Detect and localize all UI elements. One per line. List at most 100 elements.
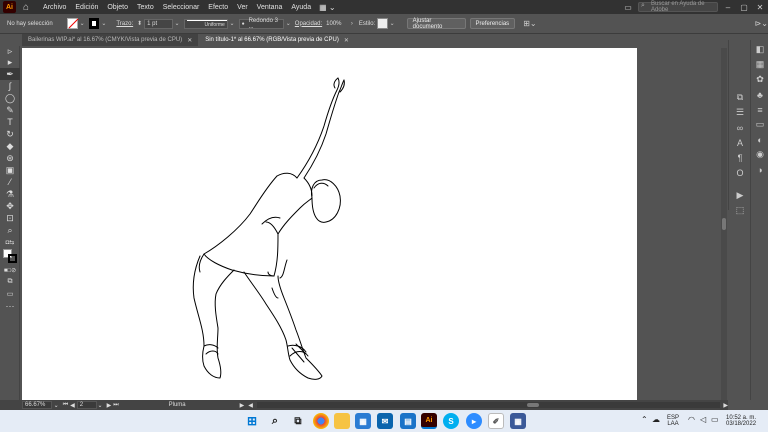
direct-selection-tool-icon[interactable]: ▸ <box>0 56 20 68</box>
close-icon[interactable]: ✕ <box>752 0 768 14</box>
language-indicator[interactable]: ESP LAA <box>667 410 679 432</box>
paintbrush-tool-icon[interactable]: ✎ <box>0 104 20 116</box>
artboard-field[interactable]: 2 <box>76 401 97 409</box>
selection-tool-icon[interactable]: ▹ <box>0 46 20 56</box>
fill-stroke-icon[interactable] <box>0 248 20 264</box>
layers-icon[interactable]: ☰ <box>729 105 751 120</box>
mail-icon[interactable]: ✉ <box>377 413 393 429</box>
prev-artboard-icon[interactable]: ◀ <box>70 402 75 409</box>
clock[interactable]: 10:52 a. m. 03/18/2022 <box>726 410 756 432</box>
fill-swatch[interactable] <box>67 18 78 29</box>
opacity-field[interactable]: 100% <box>324 19 345 29</box>
symbol-sprayer-tool-icon[interactable]: ✥ <box>0 200 20 212</box>
close-tab-icon[interactable]: ✕ <box>187 37 192 44</box>
graphic-styles-icon[interactable]: ◑ <box>751 162 768 177</box>
taskview-icon[interactable]: ⧉ <box>290 413 306 429</box>
properties-icon[interactable]: ⧉ <box>729 90 751 105</box>
menu-objeto[interactable]: Objeto <box>107 4 128 11</box>
default-colors-icon[interactable]: ◘⇆ <box>0 236 20 248</box>
transparency-icon[interactable]: ◐ <box>751 132 768 147</box>
tab-sin-titulo[interactable]: Sin título-1* al 66.67% (RGB/Vista previ… <box>199 34 355 46</box>
minimize-icon[interactable]: – <box>720 0 736 14</box>
first-artboard-icon[interactable]: ⏮ <box>63 402 68 409</box>
brush-definition[interactable]: ● Redondo 3 ... <box>238 18 284 30</box>
menu-texto[interactable]: Texto <box>137 4 154 11</box>
artboard-dropdown-icon[interactable]: ⌄ <box>98 402 103 409</box>
menu-ventana[interactable]: Ventana <box>257 4 283 11</box>
curvature-tool-icon[interactable]: ∫ <box>0 80 20 92</box>
workspace-switcher-icon[interactable]: ▦ ⌄ <box>319 3 335 12</box>
symbols-icon[interactable]: ♣ <box>751 87 768 102</box>
gradient-panel-icon[interactable]: ▭ <box>751 117 768 132</box>
document-setup-button[interactable]: Ajustar documento <box>406 18 466 30</box>
battery-icon[interactable]: ▭ <box>711 415 719 424</box>
variable-width-profile[interactable]: Uniforme <box>183 18 228 29</box>
calculator-icon[interactable]: ▦ <box>510 413 526 429</box>
onedrive-icon[interactable]: ☁ <box>652 415 660 424</box>
opacity-label[interactable]: Opacidad: <box>295 21 322 27</box>
help-search-input[interactable]: Buscar en Ayuda de Adobe <box>638 1 718 13</box>
type-tool-icon[interactable]: T <box>0 116 20 128</box>
stroke-swatch[interactable] <box>88 18 100 29</box>
style-dropdown-icon[interactable]: ⌄ <box>390 20 395 27</box>
vertical-scrollbar[interactable] <box>721 48 727 400</box>
eraser-tool-icon[interactable]: ◆ <box>0 140 20 152</box>
artboards-icon[interactable]: ⬚ <box>729 203 751 218</box>
align-icon[interactable]: ⊞⌄ <box>523 19 536 28</box>
file-explorer-icon[interactable] <box>334 413 350 429</box>
blend-tool-icon[interactable]: ⚗ <box>0 188 20 200</box>
wifi-icon[interactable]: ◠ <box>688 415 695 424</box>
search-icon[interactable]: ⌕ <box>267 413 283 429</box>
pen-tool-icon[interactable]: ✒ <box>0 68 20 80</box>
hscroll-right-icon[interactable]: ▶ <box>723 402 728 409</box>
color-mode-icon[interactable]: ■□⊘ <box>0 264 20 276</box>
menu-seleccionar[interactable]: Seleccionar <box>163 4 200 11</box>
appearance-icon[interactable]: ◉ <box>751 147 768 162</box>
status-arrow-icon[interactable]: ▶ <box>240 402 245 409</box>
links-icon[interactable]: ∞ <box>729 120 751 135</box>
zoom-field[interactable]: 66.67% <box>22 401 52 409</box>
arrange-documents-icon[interactable]: ▭ <box>620 0 636 14</box>
panel-menu-icon[interactable]: ⊳⌄ <box>755 19 768 28</box>
chrome-icon[interactable] <box>313 413 329 429</box>
rotate-tool-icon[interactable]: ↻ <box>0 128 20 140</box>
start-icon[interactable]: ⊞ <box>244 413 260 429</box>
close-tab-icon[interactable]: ✕ <box>344 37 349 44</box>
more-tools-icon[interactable]: ··· <box>0 300 20 312</box>
opacity-arrow-icon[interactable]: › <box>351 21 353 27</box>
maximize-icon[interactable]: ▢ <box>736 0 752 14</box>
scroll-thumb[interactable] <box>722 218 726 230</box>
fill-dropdown-icon[interactable]: ⌄ <box>80 20 85 27</box>
wacom-icon[interactable]: ✐ <box>488 413 504 429</box>
skype-icon[interactable]: S <box>443 413 459 429</box>
calendar-icon[interactable]: ▤ <box>400 413 416 429</box>
menu-efecto[interactable]: Efecto <box>208 4 228 11</box>
drawing-mode-icon[interactable]: ⧉ <box>0 276 20 288</box>
hscroll-left-icon[interactable]: ◀ <box>248 402 253 409</box>
menu-archivo[interactable]: Archivo <box>43 4 66 11</box>
graphic-style-swatch[interactable] <box>377 18 388 29</box>
profile-dropdown-icon[interactable]: ⌄ <box>230 20 235 27</box>
paragraph-icon[interactable]: ¶ <box>729 150 751 165</box>
stroke-dropdown-icon[interactable]: ⌄ <box>101 20 106 27</box>
zoom-app-icon[interactable]: ▸ <box>466 413 482 429</box>
volume-icon[interactable]: ◁ <box>700 415 706 424</box>
color-panel-icon[interactable]: ◧ <box>751 42 768 57</box>
shape-builder-tool-icon[interactable]: ⊛ <box>0 152 20 164</box>
menu-ver[interactable]: Ver <box>237 4 248 11</box>
stroke-weight-stepper-icon[interactable]: ⬍ <box>137 20 142 27</box>
stroke-weight-dropdown-icon[interactable]: ⌄ <box>175 20 180 27</box>
illustrator-taskbar-icon[interactable]: Ai <box>421 413 437 429</box>
home-icon[interactable]: ⌂ <box>23 2 29 13</box>
preferences-button[interactable]: Preferencias <box>469 18 516 29</box>
stroke-label[interactable]: Trazo: <box>116 21 133 27</box>
screen-mode-icon[interactable]: ▭ <box>0 288 20 300</box>
artboard-tool-icon[interactable]: ⊡ <box>0 212 20 224</box>
gradient-tool-icon[interactable]: ▣ <box>0 164 20 176</box>
zoom-dropdown-icon[interactable]: ⌄ <box>54 402 59 409</box>
eyedropper-tool-icon[interactable]: ⁄ <box>0 176 20 188</box>
store-icon[interactable]: ▦ <box>355 413 371 429</box>
next-artboard-icon[interactable]: ▶ <box>107 402 112 409</box>
stroke-weight-field[interactable]: 1 pt <box>144 18 173 29</box>
zoom-tool-icon[interactable]: ⌕ <box>0 224 20 236</box>
